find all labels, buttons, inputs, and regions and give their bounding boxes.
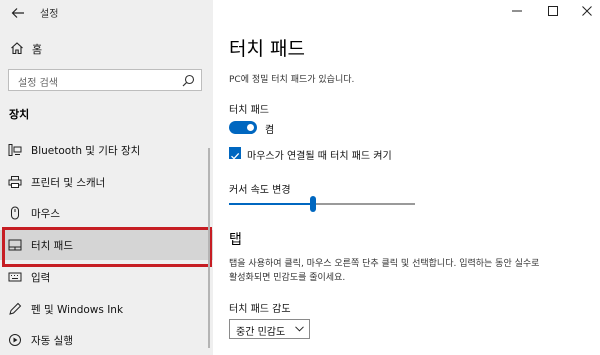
touchpad-label: 터치 패드 [229,105,269,116]
search-placeholder: 설정 검색 [18,78,58,89]
sensitivity-value: 중간 민감도 [236,327,286,338]
maximize-icon[interactable] [545,4,561,18]
home-icon [11,42,23,55]
sidebar-item-autoplay[interactable]: 자동 실행 [0,325,213,355]
touchpad-toggle[interactable] [229,121,257,134]
touchpad-icon [8,239,22,251]
sidebar-item-pen[interactable]: 펜 및 Windows Ink [0,294,213,324]
autoplay-icon [9,334,21,346]
sidebar-item-printers[interactable]: 프린터 및 스캐너 [0,167,213,197]
sidebar-item-label: 프린터 및 스캐너 [31,177,106,189]
mouse-icon [11,206,19,220]
sidebar-item-typing[interactable]: 입력 [0,262,213,292]
cursor-speed-slider[interactable] [229,196,415,212]
sidebar-scrollbar[interactable] [208,148,210,348]
section-title: 장치 [9,108,30,121]
app-title: 설정 [40,9,59,20]
sidebar-item-label: 터치 패드 [31,240,73,252]
home-label: 홈 [32,43,43,56]
chevron-down-icon [295,326,304,332]
toggle-knob [247,124,254,131]
slider-thumb[interactable] [310,196,316,212]
sidebar-item-touchpad[interactable]: 터치 패드 [0,227,213,267]
page-title: 터치 패드 [229,38,305,60]
printer-icon [8,176,22,188]
sensitivity-label: 터치 패드 감도 [229,304,291,315]
search-icon[interactable] [182,74,195,87]
back-arrow-icon[interactable] [10,5,26,21]
tap-description: 탭을 사용하여 클릭, 마우스 오른쪽 단추 클릭 및 선택합니다. 입력하는 … [229,259,540,283]
bluetooth-devices-icon [8,144,22,156]
keyboard-icon [8,272,22,282]
slider-fill [229,203,313,205]
toggle-state-label: 켬 [265,125,275,136]
tap-section-heading: 탭 [229,232,242,248]
search-input[interactable]: 설정 검색 [8,69,202,91]
sidebar: 설정 홈 설정 검색 장치 Bluetooth 및 기타 장치 프린터 및 스캐… [0,0,213,355]
main-content: 터치 패드 PC에 정밀 터치 패드가 있습니다. 터치 패드 켬 마우스가 연… [213,0,600,355]
checkbox-label: 마우스가 연결될 때 터치 패드 켜기 [247,151,392,162]
cursor-speed-label: 커서 속도 변경 [229,185,291,196]
pen-icon [9,302,22,315]
close-icon[interactable] [579,4,595,18]
sidebar-item-label: 마우스 [31,208,60,220]
sidebar-item-label: 입력 [31,272,51,284]
minimize-icon[interactable] [509,4,525,18]
sidebar-item-label: 펜 및 Windows Ink [31,304,124,316]
sidebar-item-bluetooth[interactable]: Bluetooth 및 기타 장치 [0,135,213,165]
sidebar-item-mouse[interactable]: 마우스 [0,198,213,228]
sensitivity-dropdown[interactable]: 중간 민감도 [229,319,310,339]
sidebar-item-label: 자동 실행 [31,335,73,347]
sidebar-item-label: Bluetooth 및 기타 장치 [31,145,141,157]
page-description: PC에 정밀 터치 패드가 있습니다. [229,75,355,85]
touchpad-mouse-checkbox[interactable] [229,147,241,160]
checkmark-icon [231,152,240,160]
home-button[interactable]: 홈 [0,37,213,59]
